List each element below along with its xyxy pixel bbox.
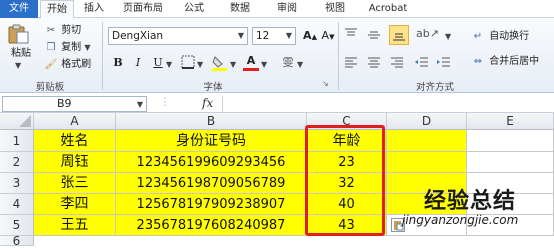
wrap-text-button[interactable]: ↵ 自动换行 xyxy=(470,30,529,44)
font-name-value: DengXian xyxy=(112,30,164,42)
bold-icon[interactable]: B xyxy=(110,55,126,71)
underline-icon[interactable]: U xyxy=(150,55,166,71)
copy-button[interactable]: ❐ 复制 ▼ xyxy=(44,41,91,55)
cell-b3[interactable]: 123456198709056789 xyxy=(116,173,307,194)
cell-b1[interactable]: 身份证号码 xyxy=(116,130,307,152)
ribbon-tabs: 文件 开始 插入 页面布局 公式 数据 审阅 视图 Acrobat xyxy=(0,0,554,19)
copy-label: 复制 xyxy=(61,42,82,53)
cell-a3[interactable]: 张三 xyxy=(34,173,116,194)
name-box[interactable]: B9 ▼ xyxy=(2,96,147,112)
column-header-d[interactable]: D xyxy=(387,113,467,130)
chevron-down-icon: ▼ xyxy=(285,31,292,40)
cell-b4[interactable]: 125678197909238907 xyxy=(116,194,307,215)
watermark-url: jingyanzongjie.com xyxy=(402,213,519,227)
align-top-icon[interactable] xyxy=(343,27,359,43)
row-header-5[interactable]: 5 xyxy=(0,215,34,236)
font-name-select[interactable]: DengXian ▼ xyxy=(108,27,248,45)
column-header-e[interactable]: E xyxy=(467,113,554,130)
underline-dropdown-icon[interactable]: ▼ xyxy=(166,60,172,69)
increase-indent-icon[interactable] xyxy=(436,55,452,71)
borders-dropdown-icon[interactable]: ▼ xyxy=(197,60,203,69)
cell-b2[interactable]: 123456199609293456 xyxy=(116,152,307,173)
insert-function-icon[interactable]: fx xyxy=(202,96,213,110)
cell-a5[interactable]: 王五 xyxy=(34,215,116,236)
cut-label: 剪切 xyxy=(61,25,82,36)
tab-formulas[interactable]: 公式 xyxy=(176,0,212,18)
font-group-label: 字体 xyxy=(203,82,223,93)
merge-center-label: 合并后居中 xyxy=(489,56,540,67)
column-header-b[interactable]: B xyxy=(116,113,307,130)
font-color-icon[interactable]: A xyxy=(243,53,259,71)
column-header-a[interactable]: A xyxy=(34,113,116,130)
paste-dropdown-icon[interactable]: ▼ xyxy=(15,61,21,70)
fill-color-dropdown-icon[interactable]: ▼ xyxy=(230,60,236,69)
orientation-dropdown-icon[interactable]: ▼ xyxy=(445,32,451,41)
cut-button[interactable]: ✂ 剪切 xyxy=(44,24,81,38)
merge-center-icon: ⇔ xyxy=(473,56,483,67)
decrease-indent-icon[interactable] xyxy=(414,55,430,71)
cell-e1[interactable] xyxy=(467,130,554,152)
watermark-title: 经验总结 xyxy=(424,189,517,214)
row-header-3[interactable]: 3 xyxy=(0,173,34,194)
wrap-text-label: 自动换行 xyxy=(489,31,530,42)
merge-center-button[interactable]: ⇔ 合并后居中 xyxy=(470,55,539,69)
cell-e2[interactable] xyxy=(467,152,554,173)
row-header-2[interactable]: 2 xyxy=(0,152,34,173)
cell-b5[interactable]: 235678197608240987 xyxy=(116,215,307,236)
tab-review[interactable]: 审阅 xyxy=(269,0,305,18)
cell-a2[interactable]: 周钰 xyxy=(34,152,116,173)
font-size-select[interactable]: 12 ▼ xyxy=(252,27,296,45)
alignment-group-label: 对齐方式 xyxy=(415,82,454,93)
row-header-6[interactable]: 6 xyxy=(0,235,34,247)
font-size-value: 12 xyxy=(256,30,270,42)
font-dialog-launcher-icon[interactable]: ↘ xyxy=(322,79,329,88)
copy-dropdown-icon[interactable]: ▼ xyxy=(84,43,90,52)
tab-insert[interactable]: 插入 xyxy=(78,0,110,18)
cell-d1[interactable] xyxy=(387,130,467,152)
row-header-1[interactable]: 1 xyxy=(0,130,34,152)
cell-d2[interactable] xyxy=(387,152,467,173)
cell-a1[interactable]: 姓名 xyxy=(34,130,116,152)
group-separator xyxy=(338,22,339,90)
grow-font-icon[interactable]: A▲ xyxy=(302,28,318,44)
group-separator xyxy=(102,22,103,90)
copy-icon: ❐ xyxy=(46,42,56,53)
formula-input[interactable] xyxy=(222,96,552,112)
formula-bar-grip-icon: ⋮ xyxy=(160,97,170,108)
row-header-4[interactable]: 4 xyxy=(0,194,34,215)
clipboard-group-label: 剪贴板 xyxy=(35,82,65,93)
phonetic-icon[interactable]: 雯 xyxy=(280,55,296,71)
align-left-icon[interactable] xyxy=(343,55,359,71)
format-painter-icon: 🖌 xyxy=(44,59,58,70)
font-color-dropdown-icon[interactable]: ▼ xyxy=(261,60,267,69)
tab-home[interactable]: 开始 xyxy=(40,0,74,19)
align-right-icon[interactable] xyxy=(389,55,405,71)
format-painter-button[interactable]: 🖌 格式刷 xyxy=(44,58,92,72)
tab-view[interactable]: 视图 xyxy=(317,0,353,18)
name-box-value: B9 xyxy=(57,97,72,110)
phonetic-dropdown-icon[interactable]: ▼ xyxy=(297,60,303,69)
chevron-down-icon: ▼ xyxy=(237,31,244,40)
shrink-font-icon[interactable]: A▼ xyxy=(320,28,336,44)
format-painter-label: 格式刷 xyxy=(61,59,92,70)
annotation-highlight-box xyxy=(305,125,385,236)
chevron-down-icon: ▼ xyxy=(136,100,143,109)
italic-icon[interactable]: I xyxy=(130,55,146,71)
align-center-icon[interactable] xyxy=(366,55,382,71)
orientation-icon[interactable]: ab↗ xyxy=(416,27,439,43)
tab-file[interactable]: 文件 xyxy=(0,0,38,18)
align-middle-icon[interactable] xyxy=(366,27,382,43)
cell-a4[interactable]: 李四 xyxy=(34,194,116,215)
tab-acrobat[interactable]: Acrobat xyxy=(360,0,416,18)
scissors-icon: ✂ xyxy=(46,25,56,36)
select-all-corner[interactable] xyxy=(0,113,34,130)
align-bottom-icon[interactable] xyxy=(389,25,409,45)
wrap-text-icon: ↵ xyxy=(473,31,483,42)
tab-data[interactable]: 数据 xyxy=(222,0,258,18)
tab-page-layout[interactable]: 页面布局 xyxy=(114,0,172,18)
borders-icon[interactable] xyxy=(180,55,196,71)
fill-color-icon[interactable] xyxy=(211,55,229,71)
paste-button[interactable]: 粘贴 xyxy=(6,47,36,61)
paste-icon[interactable] xyxy=(6,24,32,44)
